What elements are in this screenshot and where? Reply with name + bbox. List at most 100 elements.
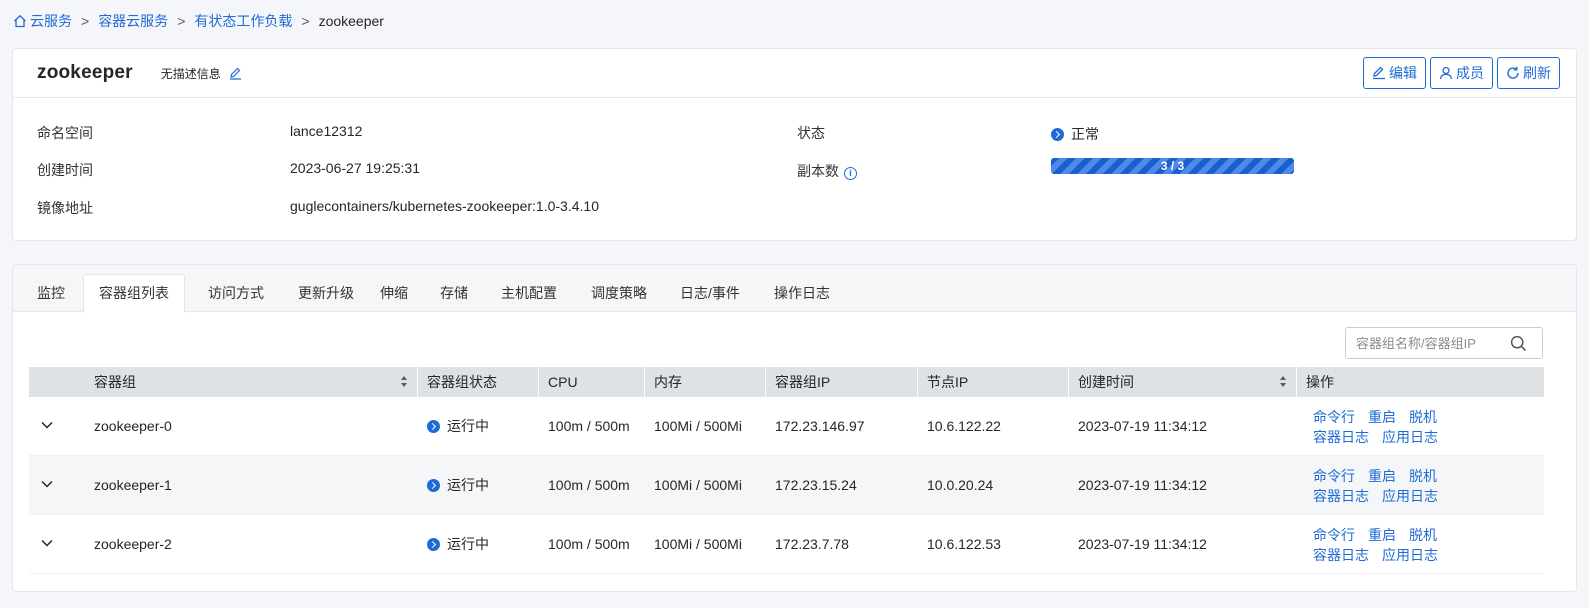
restart-link[interactable]: 重启 (1368, 409, 1396, 425)
replicas-label-text: 副本数 (797, 163, 839, 179)
members-button[interactable]: 成员 (1430, 57, 1493, 89)
pod-name-link[interactable]: zookeeper-2 (94, 515, 172, 574)
tab-upgrade[interactable]: 更新升级 (281, 274, 371, 312)
node-ip: 10.6.122.53 (927, 536, 1001, 552)
tab-pod-list[interactable]: 容器组列表 (83, 274, 185, 313)
sort-icon[interactable] (401, 376, 408, 388)
table-body: zookeeper-0 运行中 100m / 500m 100Mi / 500M… (29, 397, 1544, 574)
breadcrumb-separator: > (81, 13, 90, 29)
restart-link[interactable]: 重启 (1368, 468, 1396, 484)
pod-search-input[interactable] (1346, 335, 1506, 351)
row-actions: 命令行 重启 脱机 容器日志 应用日志 (1313, 466, 1451, 506)
breadcrumb: 云服务 > 容器云服务 > 有状态工作负载 > zookeeper (13, 11, 384, 31)
workload-detail-card: zookeeper 无描述信息 编辑 成员 刷新 命名空间 lance12312… (12, 48, 1577, 241)
header-actions: 编辑 成员 刷新 (1363, 57, 1560, 89)
page-title: zookeeper (37, 62, 133, 83)
chevron-down-icon[interactable] (41, 539, 53, 547)
breadcrumb-stateful-workloads[interactable]: 有状态工作负载 (194, 11, 292, 31)
detail-header: zookeeper 无描述信息 编辑 成员 刷新 (13, 49, 1576, 98)
status-text: 正常 (1071, 126, 1099, 142)
pod-created: 2023-07-19 11:34:12 (1078, 477, 1207, 493)
shell-link[interactable]: 命令行 (1313, 527, 1355, 543)
home-icon[interactable] (13, 14, 27, 28)
user-icon (1439, 66, 1453, 80)
chevron-down-icon[interactable] (41, 480, 53, 488)
pod-memory: 100Mi / 500Mi (654, 477, 742, 493)
breadcrumb-current: zookeeper (318, 13, 384, 29)
node-ip: 10.6.122.22 (927, 418, 1001, 434)
pod-status: 运行中 (427, 456, 489, 515)
tab-access[interactable]: 访问方式 (191, 274, 281, 312)
tab-host-config[interactable]: 主机配置 (491, 274, 567, 312)
detach-link[interactable]: 脱机 (1409, 409, 1437, 425)
breadcrumb-container-cloud[interactable]: 容器云服务 (98, 11, 168, 31)
pod-cpu: 100m / 500m (548, 536, 630, 552)
tab-scale[interactable]: 伸缩 (371, 274, 417, 312)
pod-status: 运行中 (427, 515, 489, 574)
pod-table: 容器组 容器组状态 CPU 内存 容器组IP 节点IP 创建时间 操作 zook… (29, 367, 1544, 574)
created-label: 创建时间 (37, 162, 93, 178)
shell-link[interactable]: 命令行 (1313, 468, 1355, 484)
status-running-icon (427, 420, 440, 433)
replicas-progress-bar: 3 / 3 (1051, 158, 1294, 174)
container-log-link[interactable]: 容器日志 (1313, 488, 1369, 504)
search-icon[interactable] (1510, 335, 1527, 352)
edit-button[interactable]: 编辑 (1363, 57, 1426, 89)
sort-icon[interactable] (1280, 376, 1287, 388)
description-text: 无描述信息 (160, 66, 221, 81)
column-header-label: 容器组 (94, 374, 136, 390)
app-log-link[interactable]: 应用日志 (1382, 488, 1438, 504)
tab-logs-events[interactable]: 日志/事件 (671, 274, 749, 312)
app-log-link[interactable]: 应用日志 (1382, 547, 1438, 563)
breadcrumb-separator: > (177, 13, 186, 29)
container-log-link[interactable]: 容器日志 (1313, 429, 1369, 445)
pod-name-link[interactable]: zookeeper-1 (94, 456, 172, 515)
expand-column-header (29, 367, 85, 397)
row-actions: 命令行 重启 脱机 容器日志 应用日志 (1313, 525, 1451, 565)
table-row: zookeeper-0 运行中 100m / 500m 100Mi / 500M… (29, 397, 1544, 456)
column-header-actions: 操作 (1296, 367, 1544, 397)
status-value: 正常 (1051, 124, 1099, 144)
pod-name-link[interactable]: zookeeper-0 (94, 397, 172, 456)
pod-ip: 172.23.15.24 (775, 477, 857, 493)
app-log-link[interactable]: 应用日志 (1382, 429, 1438, 445)
pod-created: 2023-07-19 11:34:12 (1078, 418, 1207, 434)
pod-cpu: 100m / 500m (548, 477, 630, 493)
tab-scheduling[interactable]: 调度策略 (581, 274, 657, 312)
pod-status-text: 运行中 (447, 536, 489, 552)
info-icon[interactable]: i (844, 167, 857, 180)
shell-link[interactable]: 命令行 (1313, 409, 1355, 425)
tab-monitor[interactable]: 监控 (25, 274, 77, 312)
refresh-button-label: 刷新 (1523, 65, 1551, 81)
column-header-pod[interactable]: 容器组 (85, 367, 417, 397)
created-value: 2023-06-27 19:25:31 (290, 160, 420, 176)
pod-cpu: 100m / 500m (548, 418, 630, 434)
column-header-created[interactable]: 创建时间 (1068, 367, 1296, 397)
detach-link[interactable]: 脱机 (1409, 468, 1437, 484)
restart-link[interactable]: 重启 (1368, 527, 1396, 543)
pod-memory: 100Mi / 500Mi (654, 418, 742, 434)
column-header-node-ip: 节点IP (917, 367, 1068, 397)
image-value: guglecontainers/kubernetes-zookeeper:1.0… (290, 198, 599, 214)
pod-ip: 172.23.7.78 (775, 536, 849, 552)
tab-operation-log[interactable]: 操作日志 (763, 274, 841, 312)
tab-storage[interactable]: 存储 (431, 274, 477, 312)
detach-link[interactable]: 脱机 (1409, 527, 1437, 543)
container-log-link[interactable]: 容器日志 (1313, 547, 1369, 563)
status-running-icon (427, 538, 440, 551)
breadcrumb-separator: > (301, 13, 310, 29)
column-header-label: 创建时间 (1078, 374, 1134, 390)
breadcrumb-cloud-services[interactable]: 云服务 (30, 11, 72, 31)
namespace-link[interactable]: lance12312 (290, 123, 362, 139)
edit-description-icon[interactable] (229, 67, 242, 80)
description: 无描述信息 (161, 65, 242, 82)
chevron-down-icon[interactable] (41, 421, 53, 429)
refresh-button[interactable]: 刷新 (1497, 57, 1560, 89)
edit-icon (1373, 66, 1385, 80)
pod-ip: 172.23.146.97 (775, 418, 865, 434)
replicas-progress-text: 3 / 3 (1160, 159, 1185, 173)
table-row: zookeeper-2 运行中 100m / 500m 100Mi / 500M… (29, 515, 1544, 574)
replicas-label: 副本数 i (797, 161, 857, 181)
info-grid: 命名空间 lance12312 创建时间 2023-06-27 19:25:31… (13, 98, 1576, 240)
refresh-icon (1507, 66, 1519, 79)
